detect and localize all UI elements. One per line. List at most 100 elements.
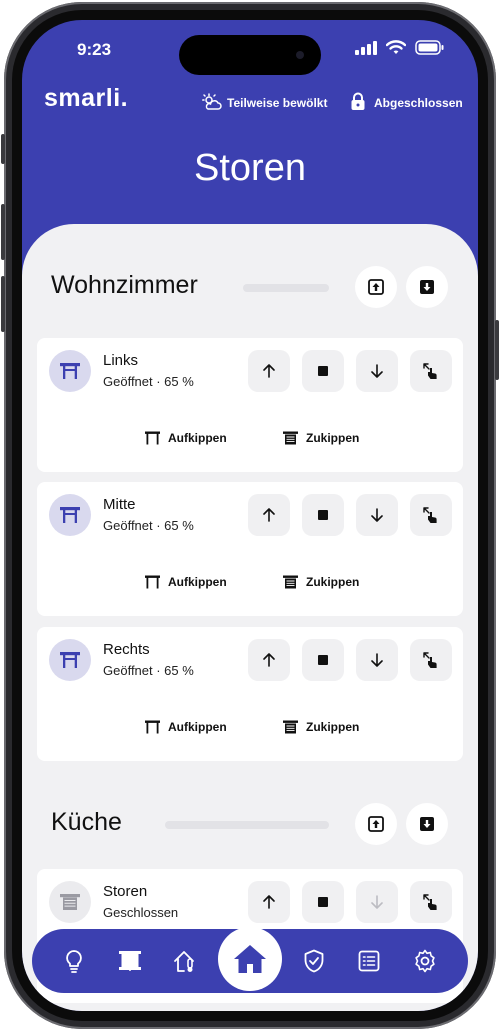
touch-position-button[interactable]: [410, 881, 452, 923]
arrow-down-icon: [371, 364, 383, 378]
tilt-close-label: Zukippen: [306, 720, 360, 734]
blind-stop-button[interactable]: [302, 881, 344, 923]
tilt-close-button[interactable]: Zukippen: [283, 575, 359, 589]
volume-down-button: [1, 276, 5, 332]
tap-gesture-icon: [423, 894, 437, 910]
arrow-down-box-icon: [420, 280, 434, 294]
tilt-close-button[interactable]: Zukippen: [283, 431, 359, 445]
tilt-open-icon: [145, 720, 160, 734]
device-status: Geöffnet · 65 %: [103, 663, 194, 678]
stop-icon: [318, 897, 328, 907]
tilt-open-label: Aufkippen: [168, 431, 227, 445]
tilt-close-label: Zukippen: [306, 575, 360, 589]
section-divider: [243, 284, 329, 292]
device-status: Geöffnet · 65 %: [103, 374, 194, 389]
brand-logo: smarli.: [44, 84, 129, 112]
blind-down-button[interactable]: [356, 494, 398, 536]
tilt-close-icon: [283, 575, 298, 589]
arrow-up-icon: [263, 895, 275, 909]
tap-gesture-icon: [423, 507, 437, 523]
thermostat-icon: [174, 951, 194, 972]
blind-stop-button[interactable]: [302, 639, 344, 681]
device-name: Storen: [103, 883, 148, 900]
signal-icon: [355, 41, 377, 55]
tilt-open-button[interactable]: Aufkippen: [145, 431, 227, 445]
cloudy-weather-icon: [202, 93, 222, 110]
arrow-up-icon: [263, 653, 275, 667]
arrow-down-icon: [371, 895, 383, 909]
touch-position-button[interactable]: [410, 350, 452, 392]
weather-status: Teilweise bewölkt: [227, 96, 328, 110]
blind-stop-button[interactable]: [302, 494, 344, 536]
blind-icon-open: [49, 494, 91, 536]
status-time: 9:23: [77, 40, 112, 59]
nav-security-button[interactable]: [294, 941, 334, 981]
blind-icon-open: [49, 350, 91, 392]
section-divider: [165, 821, 329, 829]
device-name: Mitte: [103, 496, 136, 513]
blind-up-button[interactable]: [248, 494, 290, 536]
tilt-open-icon: [145, 431, 160, 445]
tilt-open-button[interactable]: Aufkippen: [145, 575, 227, 589]
wifi-icon: [386, 40, 406, 54]
gear-icon: [415, 949, 435, 973]
blind-card-mitte: Mitte Geöffnet · 65 % Aufkippen Zukippen: [37, 482, 463, 616]
blind-down-button[interactable]: [356, 639, 398, 681]
tilt-open-icon: [145, 575, 160, 589]
touch-position-button[interactable]: [410, 494, 452, 536]
arrow-up-box-icon: [368, 816, 384, 832]
page-title: Storen: [194, 147, 306, 189]
nav-settings-button[interactable]: [405, 941, 445, 981]
stop-icon: [318, 366, 328, 376]
tilt-close-button[interactable]: Zukippen: [283, 720, 359, 734]
device-status: Geöffnet · 65 %: [103, 518, 194, 533]
device-status: Geschlossen: [103, 905, 179, 920]
blind-stop-button[interactable]: [302, 350, 344, 392]
blind-up-button[interactable]: [248, 881, 290, 923]
blind-up-button[interactable]: [248, 639, 290, 681]
device-name: Rechts: [103, 641, 150, 658]
blind-icon-open: [49, 639, 91, 681]
stop-icon: [318, 655, 328, 665]
all-blinds-down-button[interactable]: [406, 803, 448, 845]
tilt-open-label: Aufkippen: [168, 720, 227, 734]
blind-icon: [119, 951, 141, 971]
arrow-down-icon: [371, 653, 383, 667]
nav-light-button[interactable]: [54, 941, 94, 981]
app-screen: 9:23 smarli. Teilweise bewölkt Abgeschlo…: [22, 20, 478, 1011]
device-name: Links: [103, 352, 139, 369]
power-button: [495, 320, 499, 380]
home-icon: [234, 945, 266, 973]
nav-home-button[interactable]: [218, 927, 282, 991]
blind-up-button[interactable]: [248, 350, 290, 392]
nav-list-button[interactable]: [349, 941, 389, 981]
room-title-wohnzimmer: Wohnzimmer: [51, 271, 198, 299]
tilt-close-icon: [283, 720, 298, 734]
list-icon: [358, 950, 380, 972]
lock-icon: [351, 92, 365, 110]
arrow-up-icon: [263, 364, 275, 378]
blind-card-links: Links Geöffnet · 65 % Aufkippen Zukippen: [37, 338, 463, 472]
room-title-kueche: Küche: [51, 808, 122, 836]
touch-position-button[interactable]: [410, 639, 452, 681]
nav-climate-button[interactable]: [166, 941, 206, 981]
all-blinds-up-button[interactable]: [355, 803, 397, 845]
volume-up-button: [1, 204, 5, 260]
mute-switch: [1, 134, 5, 164]
camera-dot: [296, 51, 304, 59]
blind-icon-closed: [49, 881, 91, 923]
shield-icon: [304, 949, 324, 973]
all-blinds-down-button[interactable]: [406, 266, 448, 308]
all-blinds-up-button[interactable]: [355, 266, 397, 308]
arrow-down-icon: [371, 508, 383, 522]
tap-gesture-icon: [423, 652, 437, 668]
blind-card-rechts: Rechts Geöffnet · 65 % Aufkippen Zukippe…: [37, 627, 463, 761]
tilt-open-button[interactable]: Aufkippen: [145, 720, 227, 734]
blind-down-button-disabled: [356, 881, 398, 923]
nav-blinds-button[interactable]: [110, 941, 150, 981]
tilt-open-label: Aufkippen: [168, 575, 227, 589]
tilt-close-label: Zukippen: [306, 431, 360, 445]
light-bulb-icon: [66, 950, 82, 973]
blind-down-button[interactable]: [356, 350, 398, 392]
arrow-up-box-icon: [368, 279, 384, 295]
